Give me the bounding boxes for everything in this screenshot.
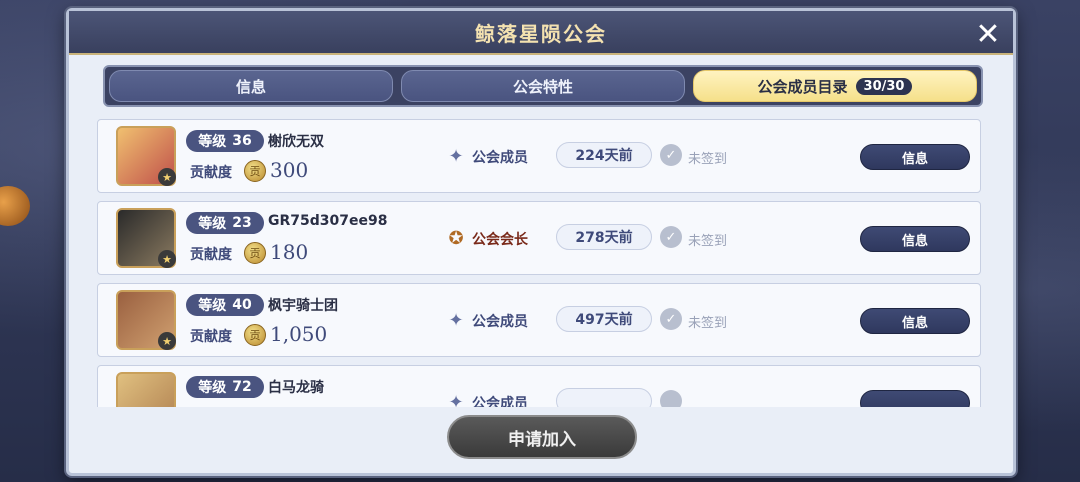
member-rank-icon: ✦: [448, 145, 464, 167]
contribution-label: 贡献度: [190, 165, 232, 181]
member-row: 等级 72 白马龙骑 ✦ 公会成员: [97, 365, 981, 407]
contribution-value: 300: [270, 158, 309, 182]
last-online: 497天前: [556, 306, 652, 332]
last-online: 278天前: [556, 224, 652, 250]
title-bar: 鲸落星陨公会 ✕: [69, 11, 1013, 55]
level-label: 等级: [198, 298, 227, 314]
check-icon: [660, 390, 682, 407]
member-name: GR75d307ee98: [268, 213, 388, 229]
check-icon: ✓: [660, 308, 682, 330]
level-label: 等级: [198, 380, 227, 396]
contribution-value: 1,050: [270, 322, 328, 346]
join-guild-button[interactable]: 申请加入: [447, 415, 637, 459]
role-text: 公会成员: [472, 314, 528, 330]
member-rank-icon: ✦: [448, 391, 464, 408]
star-icon: ★: [158, 332, 176, 350]
sign-status: 未签到: [688, 316, 728, 331]
member-rank-icon: ✦: [448, 309, 464, 331]
star-icon: ★: [158, 250, 176, 268]
leader-rank-icon: ✪: [448, 227, 464, 249]
close-icon[interactable]: ✕: [971, 17, 1005, 52]
contribution-label: 贡献度: [190, 247, 232, 263]
coin-icon: 贡: [244, 324, 266, 346]
guild-dialog: 鲸落星陨公会 ✕ 信息 公会特性 公会成员目录 30/30 ★ 等级 36 榭欣…: [66, 8, 1016, 476]
member-row: ★ 等级 36 榭欣无双 贡献度 贡 300 ✦ 公会成员 224天前 ✓ 未签…: [97, 119, 981, 193]
level-badge: 等级 40: [186, 294, 264, 316]
member-name: 榭欣无双: [268, 134, 324, 150]
avatar[interactable]: ★: [116, 290, 176, 350]
tab-bar: 信息 公会特性 公会成员目录 30/30: [103, 65, 983, 107]
tab-member-directory[interactable]: 公会成员目录 30/30: [693, 70, 977, 102]
level-value: 72: [232, 379, 252, 395]
role-text: 公会成员: [472, 150, 528, 166]
level-label: 等级: [198, 134, 227, 150]
tab-info-label: 信息: [235, 77, 266, 96]
tab-guild-traits-label: 公会特性: [512, 77, 573, 96]
tab-member-directory-label: 公会成员目录: [757, 77, 848, 96]
member-row: ★ 等级 40 枫宇骑士团 贡献度 贡 1,050 ✦ 公会成员 497天前 ✓…: [97, 283, 981, 357]
member-name: 枫宇骑士团: [268, 298, 338, 314]
level-value: 23: [232, 215, 252, 231]
star-icon: ★: [158, 168, 176, 186]
member-count-badge: 30/30: [855, 77, 913, 95]
member-row: ★ 等级 23 GR75d307ee98 贡献度 贡 180 ✪ 公会会长 27…: [97, 201, 981, 275]
info-button[interactable]: 信息: [860, 308, 970, 334]
check-icon: ✓: [660, 144, 682, 166]
role-text: 公会成员: [472, 396, 528, 407]
check-icon: ✓: [660, 226, 682, 248]
member-name: 白马龙骑: [268, 380, 324, 396]
tab-info[interactable]: 信息: [109, 70, 393, 102]
sign-status: 未签到: [688, 152, 728, 167]
info-button[interactable]: 信息: [860, 226, 970, 252]
coin-icon: 贡: [244, 242, 266, 264]
last-online: 224天前: [556, 142, 652, 168]
role-text: 公会会长: [472, 232, 528, 248]
avatar[interactable]: ★: [116, 208, 176, 268]
contribution-value: 180: [270, 240, 309, 264]
dialog-title: 鲸落星陨公会: [475, 21, 607, 46]
avatar[interactable]: [116, 372, 176, 407]
level-label: 等级: [198, 216, 227, 232]
level-value: 36: [232, 133, 252, 149]
tab-guild-traits[interactable]: 公会特性: [401, 70, 685, 102]
info-button[interactable]: [860, 390, 970, 407]
contribution-label: 贡献度: [190, 329, 232, 345]
level-badge: 等级 36: [186, 130, 264, 152]
level-value: 40: [232, 297, 252, 313]
avatar[interactable]: ★: [116, 126, 176, 186]
info-button[interactable]: 信息: [860, 144, 970, 170]
level-badge: 等级 23: [186, 212, 264, 234]
level-badge: 等级 72: [186, 376, 264, 398]
last-online: [556, 388, 652, 407]
member-list[interactable]: ★ 等级 36 榭欣无双 贡献度 贡 300 ✦ 公会成员 224天前 ✓ 未签…: [93, 119, 983, 407]
sign-status: 未签到: [688, 234, 728, 249]
coin-icon: 贡: [244, 160, 266, 182]
